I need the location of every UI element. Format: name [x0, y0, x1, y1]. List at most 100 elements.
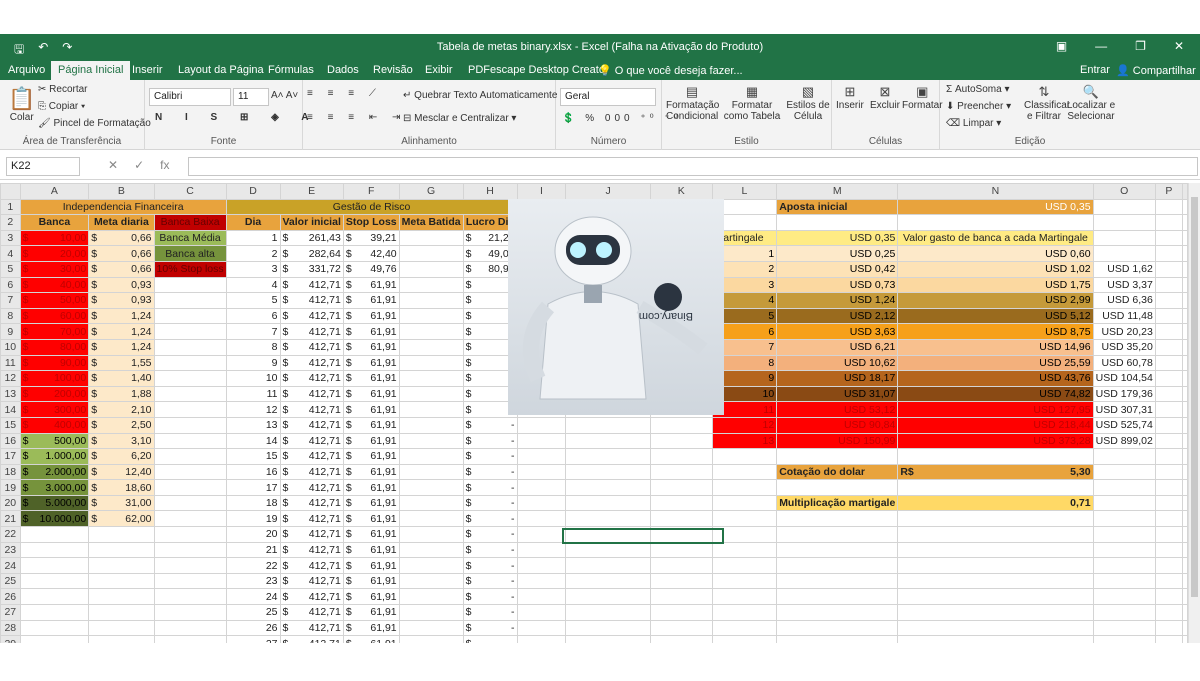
- martingale-total[interactable]: USD 20,23: [1092, 323, 1156, 340]
- dia-cell[interactable]: 5: [225, 292, 281, 309]
- lucro-cell[interactable]: $-: [462, 494, 518, 512]
- cell[interactable]: [153, 338, 227, 356]
- paste-button[interactable]: 📋 Colar: [8, 86, 35, 123]
- row-header[interactable]: 3: [0, 229, 21, 247]
- cell[interactable]: [711, 635, 778, 643]
- cell[interactable]: [1154, 307, 1184, 325]
- martingale-bet[interactable]: USD 10,62: [776, 354, 899, 372]
- cell[interactable]: [1092, 214, 1156, 231]
- row-header[interactable]: 12: [0, 370, 21, 387]
- row-header[interactable]: 11: [0, 354, 21, 372]
- cell[interactable]: [88, 619, 155, 637]
- row-header[interactable]: 26: [0, 588, 21, 606]
- meta-batida-cell[interactable]: [398, 432, 464, 450]
- cell[interactable]: [1092, 198, 1156, 216]
- banca-cell[interactable]: $100,00: [19, 370, 90, 387]
- row-header[interactable]: 7: [0, 292, 21, 309]
- fill-button[interactable]: ⬇ Preencher ▾: [946, 101, 1011, 112]
- column-header[interactable]: B: [88, 183, 155, 200]
- banca-alta-cell[interactable]: Banca alta: [153, 245, 227, 262]
- cell[interactable]: [776, 635, 899, 643]
- cell[interactable]: [897, 510, 1094, 528]
- cell[interactable]: [1154, 526, 1184, 543]
- row-header[interactable]: 29: [0, 635, 21, 643]
- column-header[interactable]: A: [19, 183, 90, 200]
- formula-input[interactable]: [188, 157, 1198, 176]
- cell[interactable]: [1182, 510, 1188, 528]
- valor-cell[interactable]: $412,71: [279, 526, 344, 543]
- cell[interactable]: [153, 432, 227, 450]
- cell[interactable]: [897, 448, 1094, 465]
- autosum-button[interactable]: Σ AutoSoma ▾: [946, 84, 1009, 95]
- cell[interactable]: [897, 214, 1094, 231]
- cell[interactable]: [1092, 510, 1156, 528]
- cell[interactable]: [1182, 479, 1188, 496]
- valor-cell[interactable]: $412,71: [279, 604, 344, 621]
- meta-cell[interactable]: $0,66: [88, 260, 155, 278]
- valor-cell[interactable]: $412,71: [279, 572, 344, 590]
- cell[interactable]: [1092, 229, 1156, 247]
- row-header[interactable]: 27: [0, 604, 21, 621]
- cell[interactable]: [776, 526, 899, 543]
- cell[interactable]: [776, 448, 899, 465]
- meta-batida-cell[interactable]: [398, 416, 464, 434]
- martingale-spent[interactable]: USD 1,75: [897, 276, 1094, 294]
- cell[interactable]: [1182, 245, 1188, 262]
- martingale-total[interactable]: USD 6,36: [1092, 292, 1156, 309]
- cell[interactable]: [565, 557, 651, 574]
- cell[interactable]: [1182, 463, 1188, 481]
- cell[interactable]: [516, 557, 567, 574]
- cell[interactable]: [88, 541, 155, 559]
- lucro-cell[interactable]: $-: [462, 479, 518, 496]
- restore-icon[interactable]: ❐: [1135, 39, 1146, 53]
- cell[interactable]: [565, 494, 651, 512]
- cell[interactable]: [1154, 494, 1184, 512]
- header-stop_loss[interactable]: Stop Loss: [342, 214, 400, 231]
- aposta-label[interactable]: Aposta inicial: [776, 198, 899, 216]
- lucro-cell[interactable]: $-: [462, 416, 518, 434]
- cell[interactable]: [649, 448, 713, 465]
- header-independencia[interactable]: Independencia Financeira: [19, 198, 227, 216]
- cell[interactable]: [153, 370, 227, 387]
- row-header[interactable]: 2: [0, 214, 21, 231]
- stop-cell[interactable]: $61,91: [342, 541, 400, 559]
- meta-batida-cell[interactable]: [398, 276, 464, 294]
- cell[interactable]: [1154, 385, 1184, 403]
- cell[interactable]: [565, 541, 651, 559]
- cell[interactable]: [1154, 432, 1184, 450]
- lucro-cell[interactable]: $-: [462, 635, 518, 643]
- martingale-bet[interactable]: USD 0,25: [776, 245, 899, 262]
- dia-cell[interactable]: 17: [225, 479, 281, 496]
- row-header[interactable]: 18: [0, 463, 21, 481]
- cell[interactable]: [1154, 448, 1184, 465]
- cell[interactable]: [1092, 557, 1156, 574]
- martingale-total[interactable]: USD 11,48: [1092, 307, 1156, 325]
- valor-cell[interactable]: $412,71: [279, 276, 344, 294]
- banca-cell[interactable]: $2.000,00: [19, 463, 90, 481]
- stop-cell[interactable]: $61,91: [342, 323, 400, 340]
- merge-center-button[interactable]: ⊟ Mesclar e Centralizar ▾: [403, 113, 516, 124]
- cell[interactable]: [1154, 276, 1184, 294]
- tell-me-box[interactable]: 💡 O que você deseja fazer...: [598, 64, 743, 77]
- dia-cell[interactable]: 4: [225, 276, 281, 294]
- cell[interactable]: [565, 604, 651, 621]
- meta-cell[interactable]: $12,40: [88, 463, 155, 481]
- lucro-cell[interactable]: $-: [462, 448, 518, 465]
- row-header[interactable]: 4: [0, 245, 21, 262]
- stop-cell[interactable]: $39,21: [342, 229, 400, 247]
- font-name-combo[interactable]: Calibri: [149, 88, 231, 106]
- banca-cell[interactable]: $3.000,00: [19, 479, 90, 496]
- row-header[interactable]: 15: [0, 416, 21, 434]
- column-header[interactable]: L: [711, 183, 778, 200]
- dia-cell[interactable]: 12: [225, 401, 281, 418]
- cell[interactable]: [153, 292, 227, 309]
- cell[interactable]: [1182, 557, 1188, 574]
- cell[interactable]: [1182, 276, 1188, 294]
- martingale-spent[interactable]: USD 25,59: [897, 354, 1094, 372]
- cell[interactable]: [711, 510, 778, 528]
- cell[interactable]: [776, 588, 899, 606]
- meta-batida-cell[interactable]: [398, 510, 464, 528]
- meta-batida-cell[interactable]: [398, 588, 464, 606]
- insert-cells-button[interactable]: ⊞ Inserir: [836, 84, 864, 111]
- meta-batida-cell[interactable]: [398, 370, 464, 387]
